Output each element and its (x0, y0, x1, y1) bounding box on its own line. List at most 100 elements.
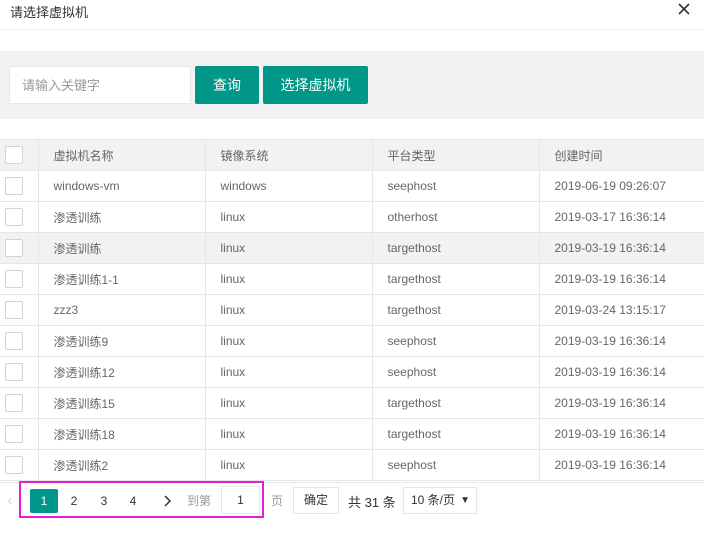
vm-created-cell: 2019-03-19 16:36:14 (539, 356, 704, 388)
table-row[interactable]: 渗透训练9 linux seephost 2019-03-19 16:36:14 (0, 325, 704, 357)
vm-image-cell: linux (205, 294, 373, 326)
vm-name-cell: 渗透训练1-1 (38, 263, 206, 295)
vm-created-cell: 2019-03-19 16:36:14 (539, 232, 704, 264)
row-checkbox[interactable] (5, 332, 23, 350)
page-1-button[interactable]: 1 (30, 489, 58, 513)
row-checkbox[interactable] (5, 270, 23, 288)
table-row[interactable]: windows-vm windows seephost 2019-06-19 09:2… (0, 170, 704, 202)
vm-created-cell: 2019-03-17 16:36:14 (539, 201, 704, 233)
vm-name-cell: 渗透训练2 (38, 449, 206, 481)
goto-suffix-label: 页 (271, 494, 284, 508)
page-3-button[interactable]: 3 (90, 489, 118, 513)
row-checkbox-cell (0, 294, 39, 326)
row-checkbox[interactable] (5, 456, 23, 474)
vm-platform-cell: targethost (372, 418, 540, 450)
vm-platform-cell: targethost (372, 294, 540, 326)
vm-created-cell: 2019-03-19 16:36:14 (539, 418, 704, 450)
vm-name-cell: windows-vm (38, 170, 206, 202)
vm-created-cell: 2019-03-19 16:36:14 (539, 387, 704, 419)
vm-platform-cell: seephost (372, 170, 540, 202)
row-checkbox-cell (0, 449, 39, 481)
vm-image-cell: linux (205, 418, 373, 450)
row-checkbox-cell (0, 232, 39, 264)
vm-name-cell: zzz3 (38, 294, 206, 326)
vm-image-cell: linux (205, 201, 373, 233)
column-header-platform[interactable]: 平台类型 (372, 139, 540, 171)
goto-prefix-label: 到第 (187, 494, 212, 508)
row-checkbox-cell (0, 201, 39, 233)
goto-page-input[interactable] (221, 486, 260, 514)
vm-platform-cell: targethost (372, 263, 540, 295)
table-row[interactable]: 渗透训练2 linux seephost 2019-03-19 16:36:14 (0, 449, 704, 481)
query-button[interactable]: 查询 (195, 66, 259, 104)
vm-platform-cell: otherhost (372, 201, 540, 233)
vm-name-cell: 渗透训练12 (38, 356, 206, 388)
table-row[interactable]: 渗透训练12 linux seephost 2019-03-19 16:36:14 (0, 356, 704, 388)
table-header-row: 虚拟机名称 镜像系统 平台类型 创建时间 (0, 139, 704, 171)
vm-image-cell: linux (205, 232, 373, 264)
row-checkbox[interactable] (5, 301, 23, 319)
dialog-title: 请选择虚拟机 (10, 5, 89, 20)
vm-table: 虚拟机名称 镜像系统 平台类型 创建时间 windows-vm windows se… (0, 139, 704, 481)
table-row[interactable]: 渗透训练 linux otherhost 2019-03-17 16:36:14 (0, 201, 704, 233)
vm-platform-cell: targethost (372, 232, 540, 264)
column-header-created[interactable]: 创建时间 (539, 139, 704, 171)
vm-created-cell: 2019-03-19 16:36:14 (539, 325, 704, 357)
page-4-button[interactable]: 4 (119, 489, 147, 513)
select-vm-button[interactable]: 选择虚拟机 (263, 66, 368, 104)
dialog-header: 请选择虚拟机 (0, 0, 704, 30)
caret-down-icon: ▼ (460, 495, 470, 506)
row-checkbox-cell (0, 325, 39, 357)
vm-created-cell: 2019-03-19 16:36:14 (539, 449, 704, 481)
row-checkbox[interactable] (5, 425, 23, 443)
vm-platform-cell: seephost (372, 325, 540, 357)
column-header-image[interactable]: 镜像系统 (205, 139, 373, 171)
vm-image-cell: linux (205, 263, 373, 295)
table-body: windows-vm windows seephost 2019-06-19 09:2… (0, 170, 704, 481)
page-size-select[interactable]: 10 条/页 ▼ (403, 487, 477, 514)
select-all-checkbox[interactable] (5, 146, 23, 164)
vm-name-cell: 渗透训练 (38, 232, 206, 264)
vm-image-cell: linux (205, 325, 373, 357)
row-checkbox-cell (0, 263, 39, 295)
vm-platform-cell: targethost (372, 387, 540, 419)
vm-image-cell: windows (205, 170, 373, 202)
close-icon[interactable] (676, 1, 692, 17)
row-checkbox-cell (0, 387, 39, 419)
table-row[interactable]: 渗透训练15 linux targethost 2019-03-19 16:36:14 (0, 387, 704, 419)
page-2-button[interactable]: 2 (60, 489, 88, 513)
vm-image-cell: linux (205, 449, 373, 481)
vm-platform-cell: seephost (372, 356, 540, 388)
vm-created-cell: 2019-06-19 09:26:07 (539, 170, 704, 202)
vm-created-cell: 2019-03-24 13:15:17 (539, 294, 704, 326)
vm-image-cell: linux (205, 356, 373, 388)
row-checkbox[interactable] (5, 394, 23, 412)
table-row[interactable]: 渗透训练 linux targethost 2019-03-19 16:36:14 (0, 232, 704, 264)
vm-name-cell: 渗透训练9 (38, 325, 206, 357)
row-checkbox[interactable] (5, 177, 23, 195)
column-header-name[interactable]: 虚拟机名称 (38, 139, 206, 171)
row-checkbox[interactable] (5, 208, 23, 226)
table-row[interactable]: 渗透训练18 linux targethost 2019-03-19 16:36:14 (0, 418, 704, 450)
chevron-left-icon[interactable]: ‹ (4, 492, 16, 510)
row-checkbox[interactable] (5, 363, 23, 381)
row-checkbox-cell (0, 418, 39, 450)
select-all-cell (0, 139, 39, 171)
vm-name-cell: 渗透训练18 (38, 418, 206, 450)
table-row[interactable]: zzz3 linux targethost 2019-03-24 13:15:17 (0, 294, 704, 326)
vm-name-cell: 渗透训练 (38, 201, 206, 233)
row-checkbox[interactable] (5, 239, 23, 257)
row-checkbox-cell (0, 170, 39, 202)
search-input[interactable] (9, 66, 191, 104)
vm-name-cell: 渗透训练15 (38, 387, 206, 419)
goto-confirm-button[interactable]: 确定 (293, 487, 339, 514)
vm-platform-cell: seephost (372, 449, 540, 481)
total-count-label: 共 31 条 (348, 495, 396, 510)
page-size-value: 10 条/页 (411, 493, 456, 507)
vm-image-cell: linux (205, 387, 373, 419)
vm-created-cell: 2019-03-19 16:36:14 (539, 263, 704, 295)
table-row[interactable]: 渗透训练1-1 linux targethost 2019-03-19 16:36:1… (0, 263, 704, 295)
chevron-right-icon[interactable] (158, 489, 178, 513)
search-toolbar: 查询 选择虚拟机 (0, 51, 704, 119)
row-checkbox-cell (0, 356, 39, 388)
